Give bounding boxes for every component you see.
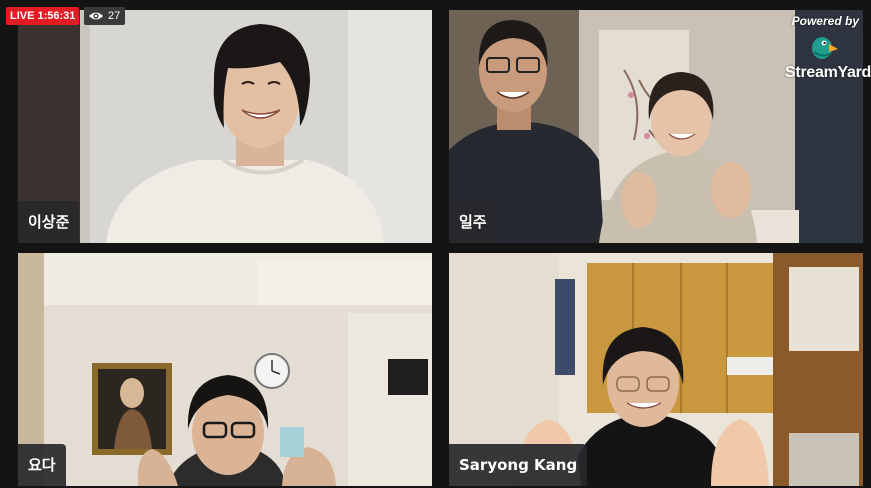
- participant-name-tag: Saryong Kang: [449, 444, 588, 486]
- video-frame-1: [18, 10, 432, 243]
- participant-video-3[interactable]: 요다: [18, 253, 432, 486]
- participant-video-1[interactable]: 이상준: [18, 10, 432, 243]
- powered-by-label: Powered by: [791, 14, 859, 28]
- viewer-count: 27: [108, 10, 121, 22]
- participant-video-4[interactable]: Saryong Kang: [449, 253, 863, 486]
- streamyard-branding: Powered by StreamYard: [775, 10, 871, 88]
- viewer-count-badge: 27: [84, 7, 126, 25]
- video-frame-3: [18, 253, 432, 486]
- streamyard-brand-name: StreamYard: [785, 64, 871, 81]
- live-timer-badge: LIVE 1:56:31: [6, 7, 80, 25]
- stream-stage: LIVE 1:56:31 27 이상준 일주 요다 Saryong Kang P…: [0, 0, 871, 488]
- participant-name-tag: 요다: [18, 444, 66, 486]
- participant-name-tag: 이상준: [18, 201, 80, 243]
- streamyard-logo-icon: [812, 37, 838, 59]
- participant-name-tag: 일주: [449, 201, 497, 243]
- eye-icon: [89, 12, 103, 20]
